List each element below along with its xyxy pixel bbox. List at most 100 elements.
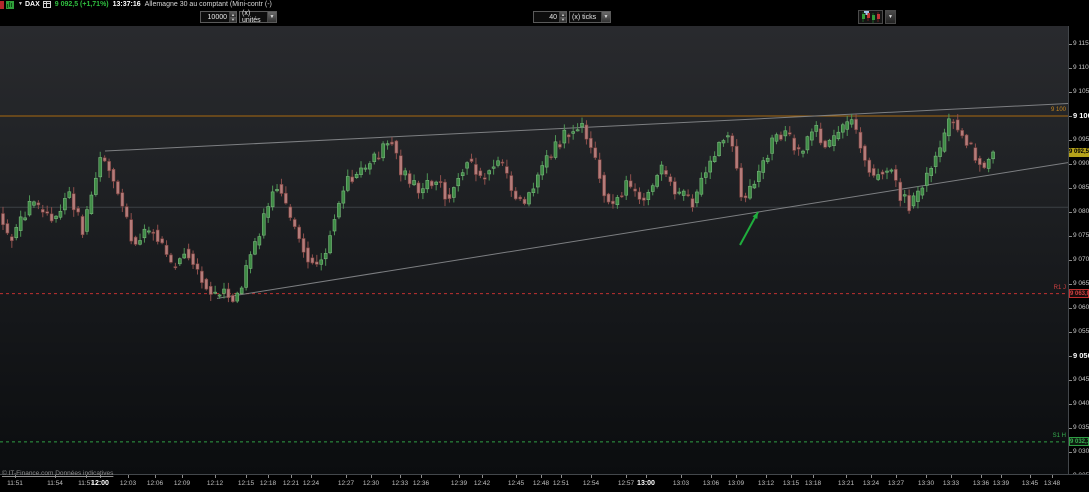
candle-body bbox=[748, 185, 752, 199]
candle-body bbox=[284, 192, 288, 204]
candle-body bbox=[465, 162, 469, 169]
candle-body bbox=[478, 170, 483, 176]
price-tick-label: 9 095 bbox=[1073, 136, 1089, 143]
price-tick-mark bbox=[1069, 139, 1072, 141]
candle-body bbox=[350, 176, 354, 183]
time-tick-mark bbox=[541, 475, 542, 478]
candle-body bbox=[624, 180, 629, 196]
price-tick-label: 9 115 bbox=[1073, 40, 1089, 47]
candle-body bbox=[98, 157, 103, 178]
candle-body bbox=[743, 195, 748, 199]
candle-body bbox=[602, 174, 606, 197]
price-tick-mark bbox=[1069, 235, 1072, 237]
candle-body bbox=[469, 158, 474, 162]
candle-body bbox=[717, 142, 721, 157]
price-tick-label: 9 110 bbox=[1073, 64, 1089, 71]
candle-body bbox=[858, 131, 863, 149]
candle-body bbox=[823, 140, 827, 148]
window-accent-bar bbox=[0, 0, 4, 9]
add-indicator-button[interactable] bbox=[858, 10, 883, 24]
candle-body bbox=[832, 135, 836, 147]
ticks-unit-select[interactable]: (x) ticks ▼ bbox=[569, 11, 611, 23]
candle-body bbox=[540, 165, 545, 176]
units-spin-down-button[interactable]: ▼ bbox=[229, 17, 236, 22]
price-tick-label: 9 105 bbox=[1073, 88, 1089, 95]
time-tick-label: 12:33 bbox=[391, 480, 409, 487]
time-tick-mark bbox=[1052, 475, 1053, 478]
candle-body bbox=[456, 178, 461, 187]
candle-body bbox=[204, 278, 209, 290]
candle-body bbox=[986, 159, 991, 169]
price-tick-label: 9 060 bbox=[1073, 304, 1089, 311]
plot-svg bbox=[0, 103, 1068, 443]
candle-body bbox=[129, 219, 133, 242]
candle-body bbox=[1, 213, 5, 226]
candle-body bbox=[978, 158, 982, 165]
symbol-dropdown-caret-icon[interactable]: ▼ bbox=[18, 0, 23, 9]
grid-icon[interactable] bbox=[42, 1, 51, 8]
candle-body bbox=[45, 211, 50, 214]
time-tick-label: 12:48 bbox=[532, 480, 550, 487]
level-label-round-9100: 9 100 bbox=[1050, 107, 1066, 113]
candle-body bbox=[633, 188, 637, 192]
candle-body bbox=[76, 208, 80, 213]
candle-body bbox=[421, 188, 425, 194]
price-tick-label: 9 035 bbox=[1073, 424, 1089, 431]
candle-body bbox=[668, 176, 673, 183]
candle-body bbox=[871, 168, 876, 176]
time-tick-label: 12:06 bbox=[146, 480, 164, 487]
candle-body bbox=[460, 172, 465, 176]
time-tick-mark bbox=[951, 475, 952, 478]
candle-body bbox=[474, 164, 478, 175]
price-tick-label: 9 080 bbox=[1073, 208, 1089, 215]
candle-body bbox=[544, 155, 549, 168]
candle-body bbox=[14, 227, 19, 239]
candle-body bbox=[761, 160, 766, 173]
instrument-label: Allemagne 30 au comptant (Mini-contr (-) bbox=[144, 1, 272, 8]
candle-body bbox=[5, 223, 10, 234]
units-spinner[interactable]: 10000 ▲ ▼ bbox=[200, 11, 237, 23]
time-tick-label: 13:27 bbox=[887, 480, 905, 487]
copyright-link[interactable]: © IT-Finance.com Données indicatives bbox=[2, 470, 113, 477]
candle-body bbox=[933, 155, 938, 167]
candle-body bbox=[615, 197, 620, 206]
price-axis-separator bbox=[1068, 26, 1069, 474]
time-tick-label: 13:03 bbox=[672, 480, 690, 487]
candle-body bbox=[235, 292, 240, 302]
candle-body bbox=[779, 134, 783, 140]
candle-body bbox=[18, 216, 23, 231]
time-tick-label: 13:09 bbox=[727, 480, 745, 487]
ticks-spin-down-button[interactable]: ▼ bbox=[559, 17, 566, 22]
time-axis: 11:51 11:54 11:57 12:00 12:03 12:06 12:09 12:12… bbox=[0, 474, 1089, 492]
time-tick-mark bbox=[646, 475, 647, 478]
price-tick-mark bbox=[1069, 355, 1072, 357]
time-tick-mark bbox=[246, 475, 247, 478]
candle-body bbox=[818, 128, 823, 144]
time-tick-mark bbox=[421, 475, 422, 478]
units-unit-select[interactable]: (x) unités ▼ bbox=[239, 10, 277, 24]
candle-body bbox=[138, 240, 142, 245]
time-tick-mark bbox=[400, 475, 401, 478]
candle-body bbox=[619, 195, 624, 198]
candle-body bbox=[690, 198, 695, 208]
time-tick-label: 12:45 bbox=[507, 480, 525, 487]
candle-body bbox=[553, 141, 558, 158]
candle-body bbox=[270, 191, 275, 208]
ticks-spinner[interactable]: 40 ▲ ▼ bbox=[533, 11, 567, 23]
candle-body bbox=[416, 182, 421, 194]
candle-body bbox=[160, 238, 164, 244]
candle-body bbox=[261, 213, 266, 236]
candle-body bbox=[36, 202, 41, 206]
candle-body bbox=[955, 119, 960, 131]
time-tick-mark bbox=[516, 475, 517, 478]
price-tick-label: 9 065 bbox=[1073, 280, 1089, 287]
level-label-pivot-s1: S1 H bbox=[1052, 432, 1066, 439]
candle-body bbox=[549, 156, 553, 159]
candle-body bbox=[27, 200, 32, 216]
units-spin-buttons: ▲ ▼ bbox=[229, 12, 236, 22]
candle-body bbox=[536, 174, 540, 188]
add-indicator-caret-button[interactable]: ▼ bbox=[885, 10, 896, 24]
candle-body bbox=[155, 229, 160, 242]
candle-body bbox=[407, 173, 412, 185]
time-tick-mark bbox=[1030, 475, 1031, 478]
